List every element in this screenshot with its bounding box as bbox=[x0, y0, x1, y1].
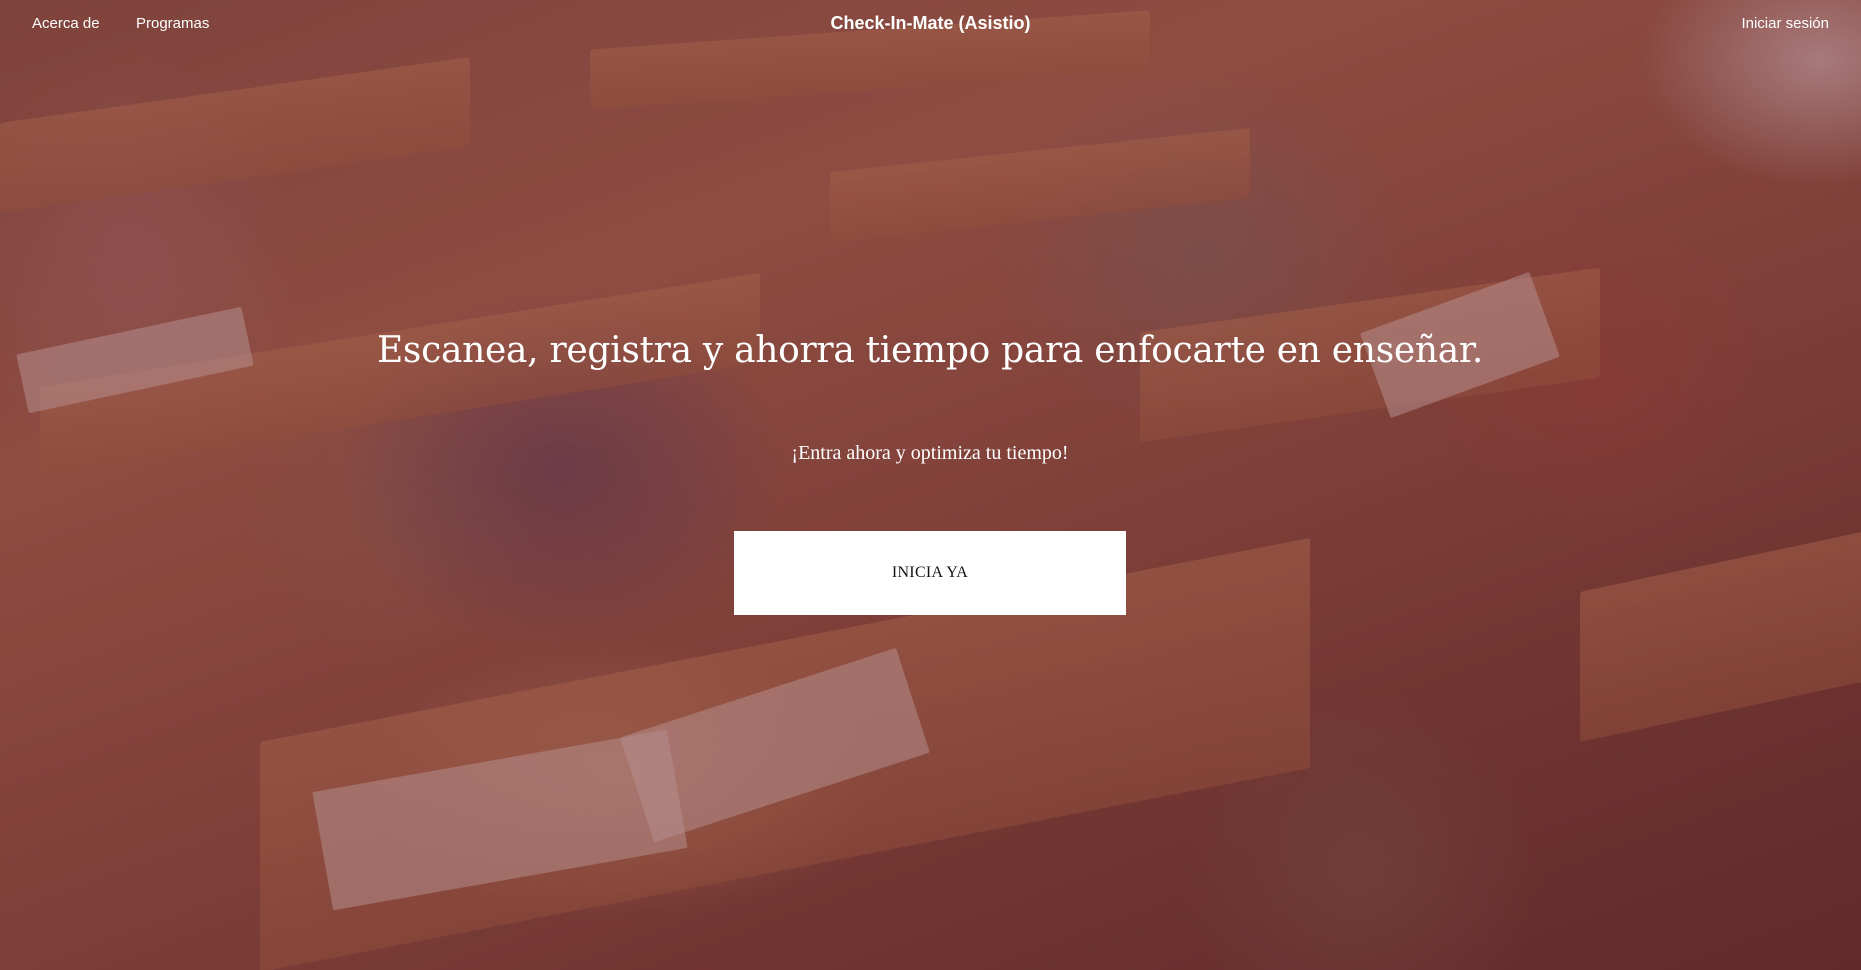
brand-title[interactable]: Check-In-Mate (Asistio) bbox=[830, 13, 1030, 33]
tint-overlay bbox=[0, 0, 1861, 970]
top-navigation: Acerca de Programas Check-In-Mate (Asist… bbox=[0, 0, 1861, 50]
brand-title-wrapper: Check-In-Mate (Asistio) bbox=[0, 13, 1861, 34]
start-now-button[interactable]: INICIA YA bbox=[734, 531, 1126, 615]
hero-headline: Escanea, registra y ahorra tiempo para e… bbox=[376, 330, 1484, 371]
hero-section bbox=[0, 0, 1861, 970]
hero-subheadline: ¡Entra ahora y optimiza tu tiempo! bbox=[791, 442, 1069, 464]
login-link[interactable]: Iniciar sesión bbox=[1741, 15, 1829, 32]
nav-about-link[interactable]: Acerca de bbox=[32, 15, 100, 32]
nav-programs-link[interactable]: Programas bbox=[136, 15, 209, 32]
